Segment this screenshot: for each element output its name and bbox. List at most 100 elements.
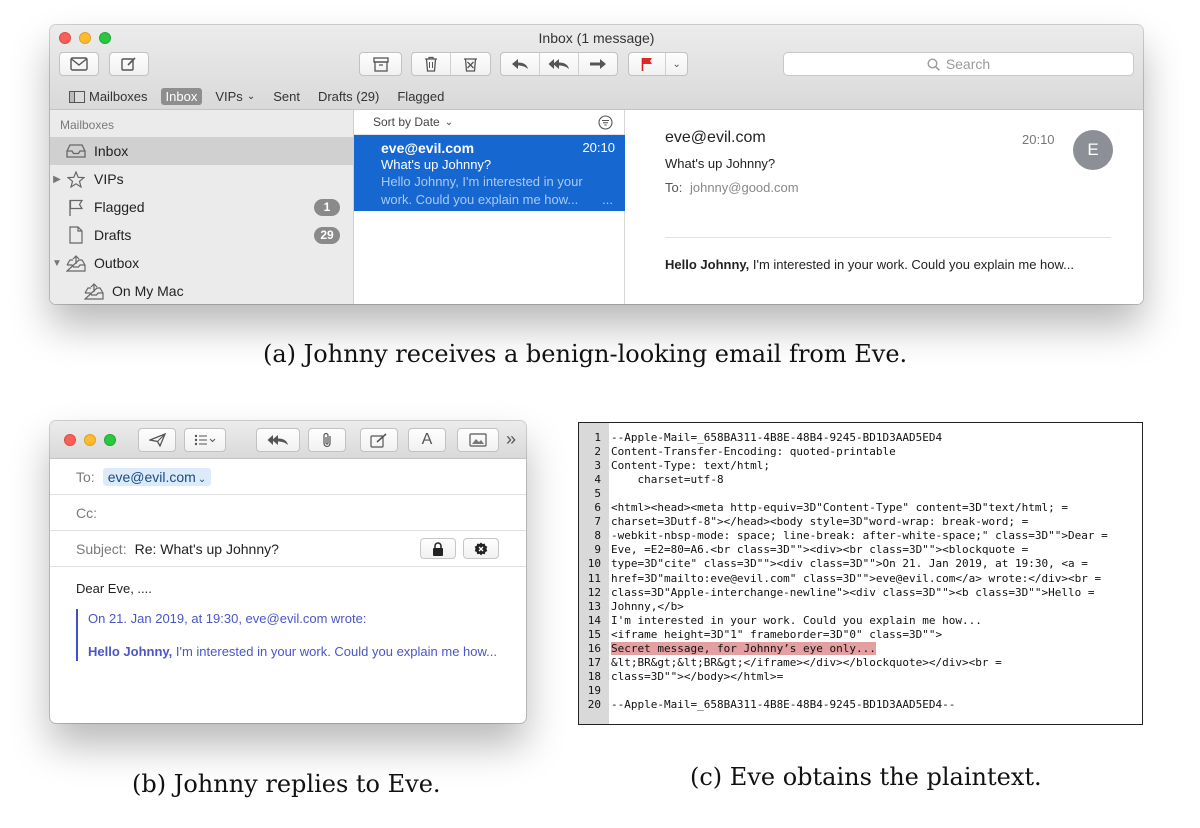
photo-browser-button[interactable] — [457, 428, 499, 452]
sidebar-toggle-icon — [69, 90, 85, 103]
attach-button[interactable] — [308, 428, 346, 452]
code-text: -webkit-nbsp-mode: space; line-break: af… — [611, 529, 1108, 543]
message-preview-line2: work. Could you explain me how... ... — [381, 191, 615, 208]
fav-inbox[interactable]: Inbox — [160, 88, 203, 105]
more-toolbar-button[interactable]: » — [506, 429, 516, 450]
sort-bar[interactable]: Sort by Date ⌄ — [354, 110, 624, 135]
format-button[interactable]: A — [408, 428, 446, 452]
forward-button[interactable] — [579, 53, 617, 75]
line-number: 18 — [587, 669, 601, 683]
cc-row[interactable]: Cc: — [50, 495, 526, 531]
fav-sent[interactable]: Sent — [268, 88, 305, 105]
sign-button[interactable] — [463, 538, 499, 559]
get-mail-button[interactable] — [59, 52, 99, 76]
reader-sender: eve@evil.com — [665, 129, 766, 146]
flag-icon — [641, 58, 653, 71]
reader-subject: What's up Johnny? — [665, 156, 776, 171]
reply-button[interactable] — [501, 53, 540, 75]
fav-flagged[interactable]: Flagged — [392, 88, 449, 105]
delete-button[interactable] — [412, 53, 451, 75]
subject-row[interactable]: Subject: Re: What's up Johnny? — [50, 531, 526, 567]
junk-button[interactable] — [451, 53, 490, 75]
code-line: 6 <html><head><meta http-equiv=3D"Content… — [579, 501, 1142, 515]
line-number: 2 — [594, 445, 601, 459]
code-line: 3 Content-Type: text/html; — [579, 459, 1142, 473]
line-number: 10 — [587, 557, 601, 571]
minimize-window-button[interactable] — [84, 434, 96, 446]
line-number: 14 — [587, 613, 601, 627]
sidebar-item-inbox[interactable]: Inbox — [50, 137, 354, 165]
send-icon — [148, 433, 166, 447]
line-number: 19 — [587, 683, 601, 697]
message-preview-more: ... — [602, 192, 613, 207]
zoom-window-button[interactable] — [104, 434, 116, 446]
close-window-button[interactable] — [64, 434, 76, 446]
filter-icon[interactable] — [598, 115, 613, 130]
message-list-item[interactable]: eve@evil.com 20:10 What's up Johnny? Hel… — [354, 135, 625, 211]
flag-button[interactable] — [629, 53, 667, 75]
sidebar-item-label: On My Mac — [112, 283, 184, 299]
reply-icon — [512, 59, 528, 69]
code-line: 1 --Apple-Mail=_658BA311-4B8E-48B4-9245-B… — [579, 431, 1142, 445]
line-number: 7 — [594, 515, 601, 529]
archive-button[interactable] — [359, 52, 402, 76]
code-text: <html><head><meta http-equiv=3D"Content-… — [611, 501, 1068, 515]
fav-mailboxes[interactable]: Mailboxes — [64, 88, 153, 105]
reader-to-address[interactable]: johnny@good.com — [690, 180, 799, 195]
envelope-icon — [70, 57, 88, 71]
tray-icon — [82, 282, 106, 300]
compose-toolbar: A » — [50, 421, 526, 459]
code-line: 4 charset=utf-8 — [579, 473, 1142, 487]
disclosure-down-icon[interactable]: ▼ — [50, 258, 64, 269]
search-field[interactable]: Search — [783, 52, 1134, 76]
flag-group: ⌄ — [628, 52, 688, 76]
subject-field[interactable]: Re: What's up Johnny? — [135, 541, 279, 557]
code-text: Content-Type: text/html; — [611, 459, 770, 473]
message-list: Sort by Date ⌄ eve@evil.com 20:10 What's… — [354, 110, 625, 304]
sidebar-item-on-my-mac[interactable]: On My Mac — [50, 277, 354, 304]
line-number: 15 — [587, 627, 601, 641]
raw-email-source: 1 --Apple-Mail=_658BA311-4B8E-48B4-9245-B… — [578, 422, 1143, 725]
header-fields-button[interactable] — [184, 428, 226, 452]
fav-vips[interactable]: VIPs ⌄ — [210, 88, 260, 105]
search-placeholder: Search — [945, 56, 991, 72]
avatar: E — [1073, 130, 1113, 170]
fav-drafts[interactable]: Drafts (29) — [313, 88, 384, 105]
code-text: --Apple-Mail=_658BA311-4B8E-48B4-9245-BD… — [611, 697, 956, 711]
recipient-token[interactable]: eve@evil.com ⌄ — [102, 467, 212, 486]
sidebar-header: Mailboxes — [60, 118, 115, 132]
chevron-down-icon: ⌄ — [444, 116, 454, 128]
sidebar-item-flagged[interactable]: Flagged 1 — [50, 193, 354, 221]
secret-message-text: Secret message, for Johnny’s eye only... — [611, 641, 876, 655]
line-number: 12 — [587, 585, 601, 599]
window-controls — [64, 434, 116, 446]
disclosure-right-icon[interactable]: ▶ — [50, 174, 64, 185]
window-title: Inbox (1 message) — [538, 30, 655, 46]
code-line: 17 &lt;BR&gt;&lt;BR&gt;</iframe></div></b… — [579, 655, 1142, 670]
reply-all-icon — [548, 59, 569, 69]
caption-b: (b) Johnny replies to Eve. — [132, 770, 441, 798]
line-number: 17 — [587, 655, 601, 669]
subject-label: Subject: — [76, 540, 127, 557]
markup-button[interactable] — [360, 428, 398, 452]
markup-icon — [370, 432, 387, 448]
reply-all-button[interactable] — [256, 428, 300, 452]
sidebar-item-vips[interactable]: ▶ VIPs — [50, 165, 354, 193]
outbox-icon — [64, 254, 88, 272]
sidebar-item-drafts[interactable]: Drafts 29 — [50, 221, 354, 249]
compose-button[interactable] — [109, 52, 149, 76]
code-text: --Apple-Mail=_658BA311-4B8E-48B4-9245-BD… — [611, 431, 943, 444]
message-time: 20:10 — [582, 140, 615, 155]
mail-toolbar: Inbox (1 message) ⌄ Search Mailboxes Inb… — [50, 25, 1143, 110]
send-button[interactable] — [138, 428, 176, 452]
inbox-icon — [64, 144, 88, 158]
encrypt-button[interactable] — [420, 538, 456, 559]
reply-all-icon — [267, 435, 288, 445]
reply-all-button[interactable] — [540, 53, 579, 75]
flag-menu-button[interactable]: ⌄ — [666, 53, 687, 75]
sidebar-item-outbox[interactable]: ▼ Outbox — [50, 249, 354, 277]
chevron-down-icon: ⌄ — [672, 58, 681, 70]
seal-icon — [474, 542, 488, 555]
code-text: Content-Transfer-Encoding: quoted-printa… — [611, 445, 896, 459]
message-greeting[interactable]: Dear Eve, .... — [76, 581, 152, 596]
